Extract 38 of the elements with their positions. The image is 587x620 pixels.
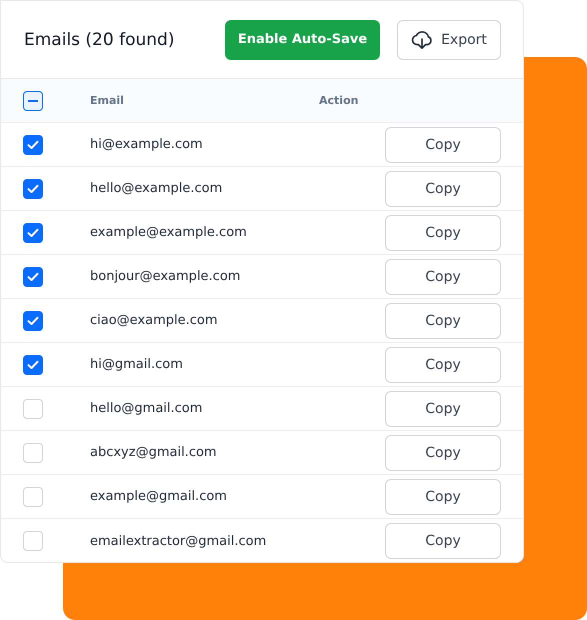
checkmark-icon [27, 360, 39, 370]
email-cell-text: hello@example.com [90, 181, 224, 196]
copy-button[interactable]: Copy [385, 170, 501, 206]
copy-button[interactable]: Copy [385, 390, 501, 426]
email-cell-text: emailextractor@gmail.com [90, 534, 268, 548]
row-checkbox[interactable] [23, 266, 43, 286]
email-cell-text: example@gmail.com [90, 489, 228, 504]
checkmark-icon [27, 228, 39, 238]
email-cell-text: example@example.com [90, 225, 248, 240]
email-cell-text: ciao@example.com [90, 313, 219, 328]
panel-title: Emails (20 found) [24, 30, 176, 50]
email-cell-text: abcxyz@gmail.com [90, 445, 218, 460]
checkmark-icon [27, 184, 39, 194]
row-checkbox[interactable] [23, 178, 43, 198]
checkmark-icon [27, 272, 39, 282]
column-header: Email [90, 94, 125, 107]
copy-button[interactable]: Copy [385, 478, 501, 514]
column-header: Action [319, 94, 358, 107]
row-checkbox[interactable] [23, 222, 43, 242]
checkmark-icon [27, 316, 39, 326]
row-checkbox[interactable] [23, 134, 43, 154]
copy-button[interactable]: Copy [385, 302, 501, 338]
copy-button[interactable]: Copy [385, 126, 501, 162]
copy-button[interactable]: Copy [385, 523, 501, 559]
copy-button[interactable]: Copy [385, 434, 501, 470]
checkmark-icon [27, 140, 39, 150]
email-cell-text: hello@gmail.com [90, 401, 204, 416]
select-all-checkbox[interactable] [23, 90, 43, 110]
copy-button[interactable]: Copy [385, 346, 501, 382]
copy-button[interactable]: Copy [385, 258, 501, 294]
email-cell-text: hi@example.com [90, 137, 204, 152]
copy-button[interactable]: Copy [385, 214, 501, 250]
row-checkbox[interactable] [23, 310, 43, 330]
row-checkbox[interactable] [23, 354, 43, 374]
cloud-download-icon [411, 30, 434, 50]
email-cell-text: bonjour@example.com [90, 269, 242, 284]
export-button[interactable]: Export [397, 20, 501, 60]
email-cell-text: hi@gmail.com [90, 357, 184, 372]
